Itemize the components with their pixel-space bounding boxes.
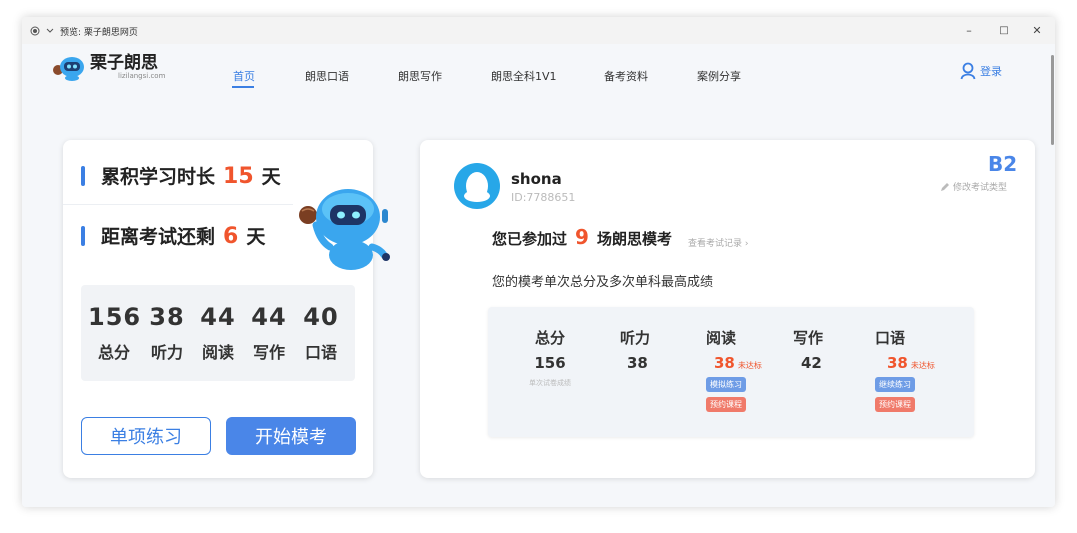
robot-logo-icon — [53, 57, 84, 81]
attended-count: 您已参加过 9 场朗思模考 — [492, 225, 672, 249]
exam-countdown: 距离考试还剩 6 天 — [81, 222, 265, 249]
mock-practice-button[interactable]: 模拟练习 — [706, 377, 746, 392]
title-bar: 预览: 栗子朗思网页 – □ ✕ — [22, 17, 1055, 44]
user-id: ID:7788651 — [511, 191, 576, 204]
accent-bar — [81, 225, 85, 246]
brand-logo[interactable]: 栗子朗思 lizilangsi.com — [50, 54, 165, 82]
mock-exam-card: shona ID:7788651 B2 修改考试类型 您已参加过 9 场朗思模考… — [420, 140, 1035, 478]
window-title: 预览: 栗子朗思网页 — [60, 28, 138, 38]
score-reading: 44 阅读 — [192, 303, 244, 363]
login-label: 登录 — [980, 65, 1002, 78]
edit-exam-type-label: 修改考试类型 — [953, 183, 1008, 193]
col-head: 口语 — [875, 329, 906, 347]
score-label: 听力 — [150, 343, 183, 362]
score-writing: 44 写作 — [243, 303, 295, 363]
score-value: 44 — [200, 303, 236, 331]
score-summary: 156 总分 38 听力 44 阅读 44 写作 40 口语 — [81, 285, 355, 381]
col-total: 总分 156 单次试卷成绩 — [520, 327, 580, 388]
score-value: 38 — [149, 303, 185, 331]
scrollbar[interactable] — [1051, 55, 1054, 145]
col-value: 38 — [887, 354, 908, 372]
score-value: 156 — [88, 303, 142, 331]
score-value: 44 — [251, 303, 287, 331]
col-value: 156 — [534, 354, 566, 372]
col-note: 单次试卷成绩 — [529, 379, 571, 387]
below-target-tag: 未达标 — [737, 361, 762, 370]
col-head: 总分 — [534, 329, 565, 347]
study-days: 15 — [223, 164, 254, 189]
score-label: 总分 — [97, 343, 130, 362]
below-target-tag: 未达标 — [910, 361, 935, 370]
book-course-button[interactable]: 预约课程 — [875, 397, 915, 412]
nav-prep-materials[interactable]: 备考资料 — [604, 68, 648, 84]
score-label: 阅读 — [201, 343, 234, 362]
study-prefix: 累积学习时长 — [101, 166, 216, 188]
exam-unit: 天 — [246, 226, 266, 248]
maximize-button[interactable]: □ — [992, 17, 1016, 44]
avatar[interactable] — [454, 163, 500, 209]
pencil-icon — [941, 182, 949, 191]
chevron-down-icon[interactable] — [44, 17, 56, 44]
nav-home[interactable]: 首页 — [233, 68, 255, 84]
top-nav: 栗子朗思 lizilangsi.com 首页 朗思口语 朗思写作 朗思全科1V1… — [22, 44, 1055, 99]
score-value: 40 — [303, 303, 339, 331]
exam-prefix: 距离考试还剩 — [101, 226, 216, 248]
minimize-button[interactable]: – — [957, 17, 981, 44]
login-button[interactable]: 登录 — [960, 62, 1002, 80]
app-window: 预览: 栗子朗思网页 – □ ✕ 栗子朗思 lizilangsi.com 首页 … — [22, 17, 1055, 507]
close-button[interactable]: ✕ — [1025, 17, 1049, 44]
score-speaking: 40 口语 — [295, 303, 347, 363]
score-summary-text: 您的模考单次总分及多次单科最高成绩 — [492, 275, 714, 290]
score-total: 156 总分 — [88, 303, 140, 363]
main-content: 累积学习时长 15 天 距离考试还剩 6 天 156 总分 38 听力 44 阅… — [22, 99, 1055, 507]
brand-name: 栗子朗思 — [90, 53, 158, 73]
col-value: 38 — [714, 354, 735, 372]
username: shona — [511, 170, 562, 188]
record-icon[interactable] — [28, 17, 42, 44]
col-value-row: 38 未达标 — [887, 354, 995, 372]
nav-speaking[interactable]: 朗思口语 — [305, 68, 349, 84]
nav-all-subjects-1v1[interactable]: 朗思全科1V1 — [491, 68, 557, 84]
exam-days: 6 — [223, 224, 239, 249]
score-label: 写作 — [252, 343, 285, 362]
col-speaking: 口语 38 未达标 继续练习 预约课程 — [875, 327, 995, 412]
continue-practice-button[interactable]: 继续练习 — [875, 377, 915, 392]
start-mock-exam-button[interactable]: 开始模考 — [226, 417, 356, 455]
attended-number: 9 — [575, 225, 589, 249]
single-practice-button[interactable]: 单项练习 — [81, 417, 211, 455]
penguin-avatar-icon — [464, 172, 490, 202]
study-duration: 累积学习时长 15 天 — [81, 162, 281, 189]
nav-active-indicator — [232, 86, 254, 88]
nav-writing[interactable]: 朗思写作 — [398, 68, 442, 84]
user-icon — [960, 62, 976, 80]
nav-case-sharing[interactable]: 案例分享 — [697, 68, 741, 84]
score-listening: 38 听力 — [141, 303, 193, 363]
book-course-button[interactable]: 预约课程 — [706, 397, 746, 412]
attended-suffix: 场朗思模考 — [596, 230, 672, 248]
brand-domain: lizilangsi.com — [118, 72, 166, 80]
score-label: 口语 — [304, 343, 337, 362]
accent-bar — [81, 165, 85, 186]
robot-mascot-icon — [299, 189, 390, 270]
edit-exam-type-link[interactable]: 修改考试类型 — [940, 180, 1007, 193]
attended-prefix: 您已参加过 — [492, 230, 568, 248]
best-scores-table: 总分 156 单次试卷成绩 听力 38 阅读 38未达标 模拟练习 预约课程 — [488, 307, 974, 437]
exam-history-link[interactable]: 查看考试记录 › — [688, 236, 748, 249]
study-unit: 天 — [261, 166, 281, 188]
exam-level-badge: B2 — [988, 152, 1018, 176]
divider — [63, 204, 293, 205]
